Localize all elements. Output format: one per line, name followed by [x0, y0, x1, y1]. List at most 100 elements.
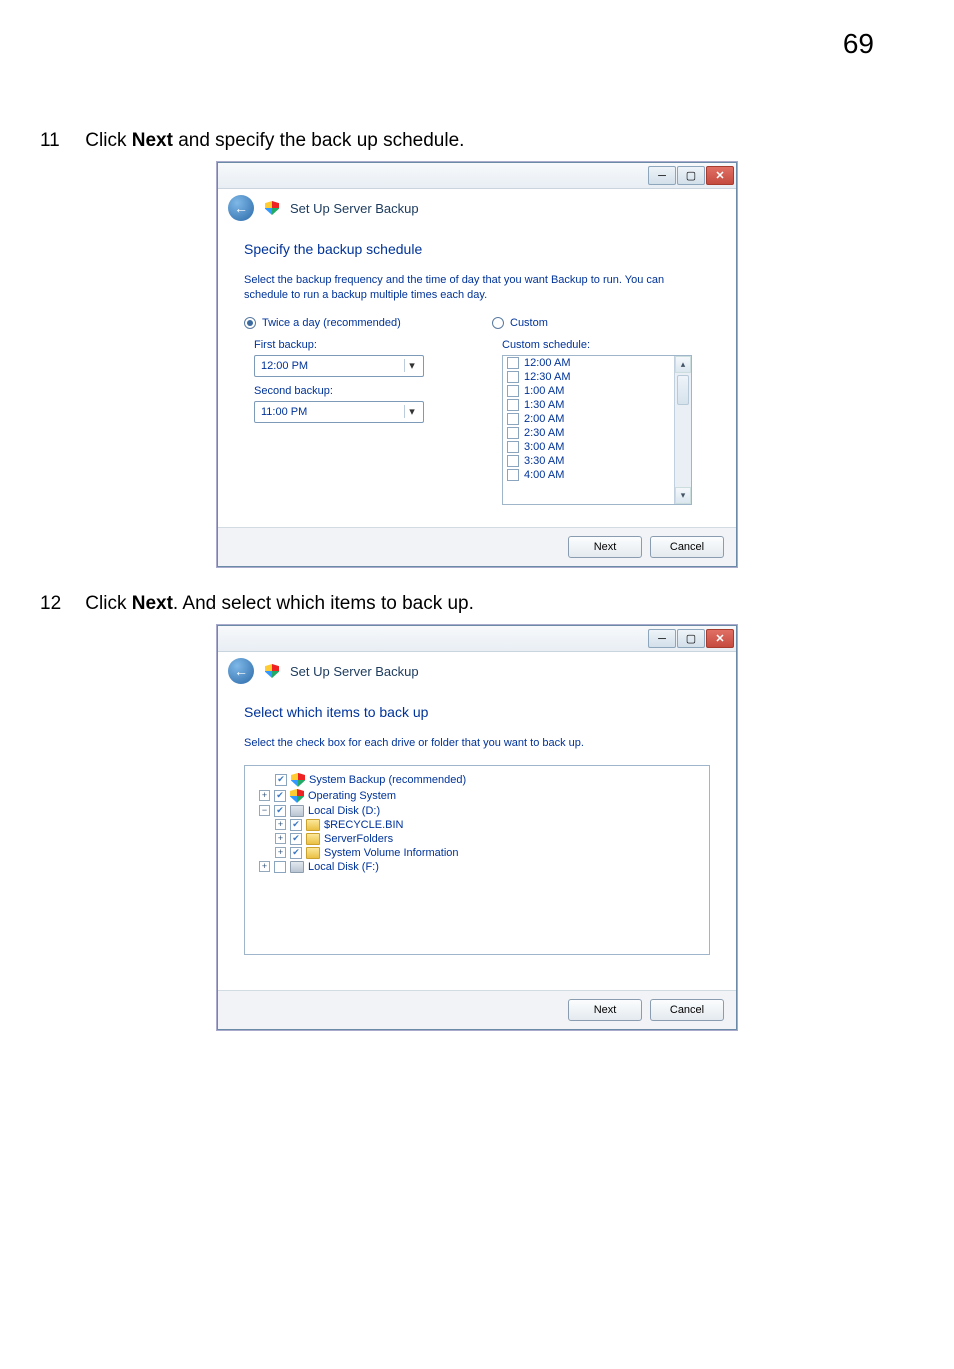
- custom-schedule-listbox[interactable]: 12:00 AM 12:30 AM 1:00 AM 1:30 AM 2:00 A…: [502, 355, 692, 505]
- step-text-pre: Click: [85, 130, 131, 151]
- window-close-button[interactable]: ✕: [706, 166, 734, 185]
- first-backup-label: First backup:: [254, 339, 462, 351]
- checkbox-icon: [507, 427, 519, 439]
- expand-icon[interactable]: +: [275, 833, 286, 844]
- step-text-bold: Next: [132, 593, 173, 614]
- arrow-left-icon: ←: [234, 663, 248, 679]
- checkbox-icon: [507, 371, 519, 383]
- tree-node-system-volume-info[interactable]: + System Volume Information: [275, 846, 705, 860]
- radio-icon: [244, 317, 256, 329]
- window-titlebar: ─ ▢ ✕: [218, 626, 736, 652]
- time-value: 1:00 AM: [524, 385, 564, 397]
- scroll-up-icon[interactable]: ▴: [675, 356, 691, 373]
- wizard-content: Specify the backup schedule Select the b…: [218, 227, 736, 527]
- step-text-pre: Click: [85, 593, 131, 614]
- list-item[interactable]: 4:00 AM: [503, 468, 674, 482]
- checkbox-icon: [274, 861, 286, 873]
- custom-schedule-label: Custom schedule:: [502, 339, 710, 351]
- folder-icon: [306, 819, 320, 831]
- tree-node-recycle-bin[interactable]: + $RECYCLE.BIN: [275, 818, 705, 832]
- chevron-down-icon: ▾: [404, 359, 419, 372]
- checkbox-icon: [274, 790, 286, 802]
- tree-label: Local Disk (F:): [308, 861, 379, 873]
- tree-node-operating-system[interactable]: + Operating System: [259, 788, 705, 804]
- checkbox-icon: [290, 819, 302, 831]
- wizard-content: Select which items to back up Select the…: [218, 690, 736, 990]
- radio-label: Twice a day (recommended): [262, 317, 401, 329]
- radio-icon: [492, 317, 504, 329]
- first-backup-combo[interactable]: 12:00 PM ▾: [254, 355, 424, 377]
- scroll-down-icon[interactable]: ▾: [675, 487, 691, 504]
- expand-icon[interactable]: +: [275, 847, 286, 858]
- scroll-thumb[interactable]: [677, 375, 689, 405]
- step-text-post: . And select which items to back up.: [173, 593, 474, 614]
- step-text-post: and specify the back up schedule.: [173, 130, 465, 151]
- radio-custom[interactable]: Custom: [492, 317, 710, 329]
- step-text-bold: Next: [132, 130, 173, 151]
- second-backup-combo[interactable]: 11:00 PM ▾: [254, 401, 424, 423]
- window-maximize-button[interactable]: ▢: [677, 629, 705, 648]
- tree-node-local-disk-f[interactable]: + Local Disk (F:): [259, 860, 705, 874]
- chevron-down-icon: ▾: [404, 405, 419, 418]
- arrow-left-icon: ←: [234, 200, 248, 216]
- shield-icon: [290, 789, 304, 803]
- checkbox-icon: [274, 805, 286, 817]
- tree-label: ServerFolders: [324, 833, 393, 845]
- wizard-title: Set Up Server Backup: [290, 664, 419, 679]
- cancel-button[interactable]: Cancel: [650, 536, 724, 558]
- wizard-shield-sync-icon: [262, 661, 282, 681]
- list-item[interactable]: 3:00 AM: [503, 440, 674, 454]
- wizard-shield-sync-icon: [262, 198, 282, 218]
- expand-icon[interactable]: +: [259, 861, 270, 872]
- checkbox-icon: [507, 455, 519, 467]
- back-button[interactable]: ←: [228, 195, 254, 221]
- wizard-header: ← Set Up Server Backup: [218, 189, 736, 227]
- scrollbar[interactable]: ▴ ▾: [674, 356, 691, 504]
- wizard-window-items: ─ ▢ ✕ ← Set Up Server Backup Select whic…: [217, 625, 737, 1030]
- window-minimize-button[interactable]: ─: [648, 166, 676, 185]
- next-button[interactable]: Next: [568, 536, 642, 558]
- close-icon: ✕: [715, 632, 724, 645]
- time-value: 3:30 AM: [524, 455, 564, 467]
- first-backup-value: 12:00 PM: [261, 360, 308, 372]
- list-item[interactable]: 1:30 AM: [503, 398, 674, 412]
- second-backup-value: 11:00 PM: [261, 406, 307, 418]
- expand-icon[interactable]: +: [275, 819, 286, 830]
- tree-node-system-backup[interactable]: System Backup (recommended): [275, 772, 705, 788]
- window-minimize-button[interactable]: ─: [648, 629, 676, 648]
- page-number: 69: [0, 0, 954, 60]
- expand-icon[interactable]: +: [259, 790, 270, 801]
- checkbox-icon: [507, 357, 519, 369]
- second-backup-label: Second backup:: [254, 385, 462, 397]
- time-value: 2:30 AM: [524, 427, 564, 439]
- backup-items-tree[interactable]: System Backup (recommended) + Operating …: [244, 765, 710, 955]
- window-maximize-button[interactable]: ▢: [677, 166, 705, 185]
- window-close-button[interactable]: ✕: [706, 629, 734, 648]
- list-item[interactable]: 2:00 AM: [503, 412, 674, 426]
- drive-icon: [290, 805, 304, 817]
- checkbox-icon: [507, 385, 519, 397]
- section-description: Select the backup frequency and the time…: [244, 273, 710, 303]
- collapse-icon[interactable]: −: [259, 805, 270, 816]
- step-number: 12: [40, 593, 80, 615]
- instruction-step-11: 11 Click Next and specify the back up sc…: [0, 60, 954, 162]
- cancel-button[interactable]: Cancel: [650, 999, 724, 1021]
- list-item[interactable]: 3:30 AM: [503, 454, 674, 468]
- list-item[interactable]: 2:30 AM: [503, 426, 674, 440]
- tree-node-local-disk-d[interactable]: − Local Disk (D:): [259, 804, 705, 818]
- maximize-icon: ▢: [686, 632, 696, 645]
- next-button[interactable]: Next: [568, 999, 642, 1021]
- checkbox-icon: [507, 441, 519, 453]
- radio-label: Custom: [510, 317, 548, 329]
- checkbox-icon: [507, 413, 519, 425]
- list-item[interactable]: 12:30 AM: [503, 370, 674, 384]
- list-item[interactable]: 12:00 AM: [503, 356, 674, 370]
- list-item[interactable]: 1:00 AM: [503, 384, 674, 398]
- checkbox-icon: [507, 399, 519, 411]
- tree-node-serverfolders[interactable]: + ServerFolders: [275, 832, 705, 846]
- tree-label: Operating System: [308, 790, 396, 802]
- back-button[interactable]: ←: [228, 658, 254, 684]
- wizard-window-schedule: ─ ▢ ✕ ← Set Up Server Backup Specify the…: [217, 162, 737, 567]
- radio-twice-a-day[interactable]: Twice a day (recommended): [244, 317, 462, 329]
- checkbox-icon: [507, 469, 519, 481]
